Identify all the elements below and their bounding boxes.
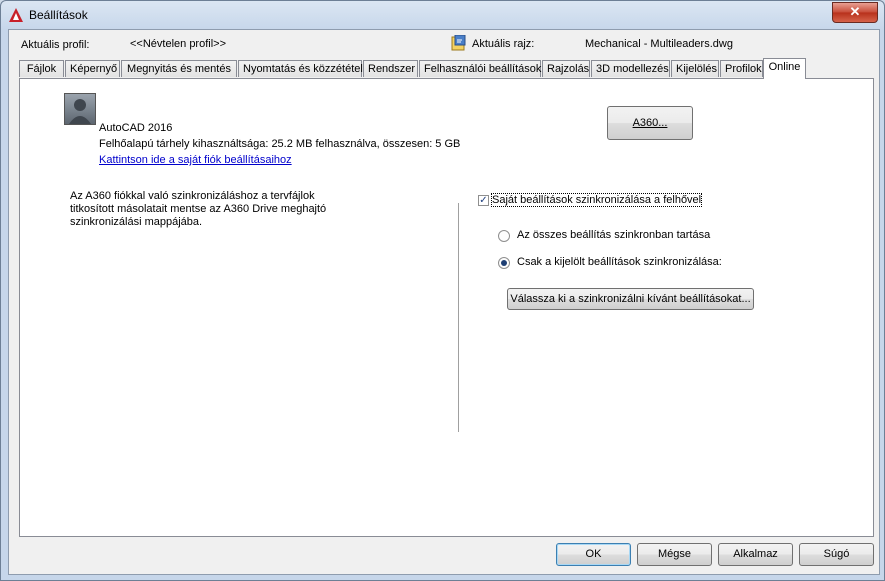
tab-online[interactable]: Online: [763, 58, 806, 79]
tab-3d-modellezes[interactable]: 3D modellezés: [591, 60, 670, 77]
sync-info-line-2: titkosított másolatait mentse az A360 Dr…: [70, 203, 327, 215]
current-drawing-value: Mechanical - Multileaders.dwg: [585, 38, 733, 50]
sync-settings-label[interactable]: Saját beállítások szinkronizálása a felh…: [490, 193, 703, 207]
user-silhouette-icon: [69, 99, 91, 124]
current-profile-label: Aktuális profil:: [21, 39, 90, 51]
tab-rajzolas[interactable]: Rajzolás: [542, 60, 590, 77]
a360-button-label: A360...: [632, 117, 668, 129]
sync-info-line-3: szinkronizálási mappájába.: [70, 216, 203, 228]
account-settings-link[interactable]: Kattintson ide a saját fiók beállításaih…: [99, 154, 292, 166]
section-divider: [458, 203, 459, 432]
drawing-file-icon: [451, 35, 466, 51]
current-profile-value: <<Névtelen profil>>: [130, 38, 227, 50]
cancel-button[interactable]: Mégse: [637, 543, 712, 566]
keep-all-settings-label[interactable]: Az összes beállítás szinkronban tartása: [517, 229, 710, 241]
storage-usage-text: Felhőalapú tárhely kihasználtsága: 25.2 …: [99, 138, 461, 150]
tab-nyomtatas-es-kozzetetel[interactable]: Nyomtatás és közzététel: [238, 60, 363, 77]
a360-button[interactable]: A360...: [607, 106, 693, 140]
dialog-client-area: Aktuális profil: <<Névtelen profil>> Akt…: [8, 29, 880, 575]
tab-rendszer[interactable]: Rendszer: [363, 60, 418, 77]
sync-selected-settings-radio[interactable]: [498, 257, 510, 269]
sync-selected-settings-label[interactable]: Csak a kijelölt beállítások szinkronizál…: [517, 256, 722, 268]
tab-kijeloles[interactable]: Kijelölés: [671, 60, 719, 77]
autocad-logo-icon: [9, 8, 23, 22]
help-button[interactable]: Súgó: [799, 543, 874, 566]
window-title: Beállítások: [29, 8, 88, 22]
close-button[interactable]: ✕: [832, 2, 878, 23]
options-dialog: Beállítások ✕ Aktuális profil: <<Névtele…: [0, 0, 885, 581]
title-bar[interactable]: Beállítások ✕: [1, 1, 884, 29]
current-drawing-label: Aktuális rajz:: [472, 38, 535, 50]
sync-settings-checkbox[interactable]: ✓: [478, 195, 489, 206]
online-tab-panel: AutoCAD 2016 Felhőalapú tárhely kihaszná…: [19, 78, 874, 537]
choose-settings-button[interactable]: Válassza ki a szinkronizálni kívánt beál…: [507, 288, 754, 310]
apply-button[interactable]: Alkalmaz: [718, 543, 793, 566]
keep-all-settings-radio[interactable]: [498, 230, 510, 242]
tab-megnyitas-es-mentes[interactable]: Megnyitás és mentés: [121, 60, 237, 77]
sync-info-line-1: Az A360 fiókkal való szinkronizáláshoz a…: [70, 190, 315, 202]
tab-felhasznaloi-beallitasok[interactable]: Felhasználói beállítások: [419, 60, 541, 77]
avatar: [64, 93, 96, 125]
tab-profilok[interactable]: Profilok: [720, 60, 763, 77]
tab-kepernyo[interactable]: Képernyő: [65, 60, 120, 77]
tab-fajlok[interactable]: Fájlok: [19, 60, 64, 77]
product-name: AutoCAD 2016: [99, 122, 173, 134]
ok-button[interactable]: OK: [556, 543, 631, 566]
